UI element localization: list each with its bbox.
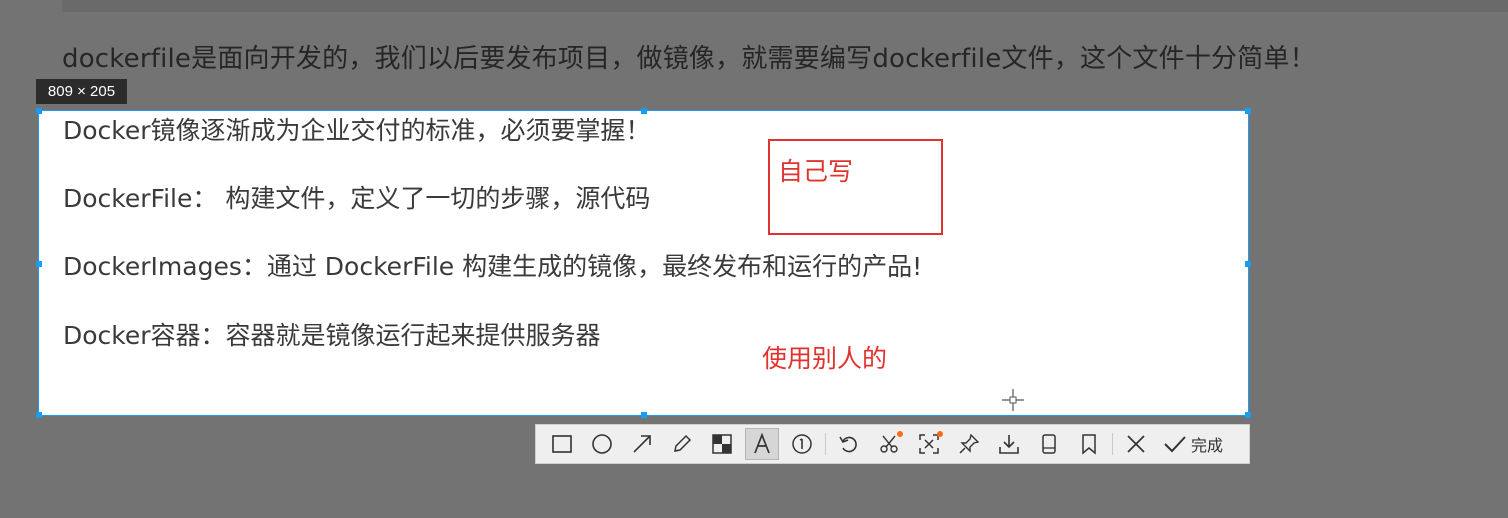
content-line-2: DockerFile： 构建文件，定义了一切的步骤，源代码 xyxy=(63,184,651,213)
content-line-3: DockerImages：通过 DockerFile 构建生成的镜像，最终发布和… xyxy=(63,252,923,281)
new-feature-dot xyxy=(897,431,903,437)
text-icon xyxy=(754,433,770,454)
close-button[interactable] xyxy=(1119,428,1153,460)
phone-button[interactable] xyxy=(1032,428,1066,460)
resize-handle-top-left[interactable] xyxy=(36,108,42,114)
toolbar-separator xyxy=(825,433,826,455)
undo-icon xyxy=(839,436,857,453)
arrow-icon xyxy=(633,435,651,453)
content-line-1: Docker镜像逐渐成为企业交付的标准，必须要掌握！ xyxy=(63,116,651,145)
resize-handle-bottom-center[interactable] xyxy=(641,412,647,418)
content-line-4: Docker容器：容器就是镜像运行起来提供服务器 xyxy=(63,321,601,350)
arrow-tool[interactable] xyxy=(625,428,659,460)
download-icon xyxy=(999,435,1019,454)
download-button[interactable] xyxy=(992,428,1026,460)
resize-handle-middle-left[interactable] xyxy=(36,261,42,267)
rectangle-tool[interactable] xyxy=(545,428,579,460)
text-tool[interactable] xyxy=(745,428,779,460)
selection-size-label: 809 × 205 xyxy=(36,79,127,104)
pencil-tool[interactable] xyxy=(665,428,699,460)
ocr-button[interactable] xyxy=(912,428,946,460)
mosaic-tool[interactable] xyxy=(705,428,739,460)
toolbar-separator xyxy=(1112,433,1113,455)
ellipse-icon xyxy=(592,434,612,454)
resize-handle-bottom-right[interactable] xyxy=(1245,412,1251,418)
cut-button[interactable] xyxy=(872,428,906,460)
annotation-box-text[interactable]: 自己写 xyxy=(778,152,853,188)
checkmark-icon xyxy=(1164,436,1186,453)
ocr-icon xyxy=(919,434,939,454)
annotation-free-text[interactable]: 使用别人的 xyxy=(762,339,887,375)
ellipse-tool[interactable] xyxy=(585,428,619,460)
screenshot-toolbar: 完成 xyxy=(535,424,1250,464)
pin-icon xyxy=(959,433,980,454)
resize-handle-top-right[interactable] xyxy=(1245,108,1251,114)
undo-button[interactable] xyxy=(832,428,866,460)
finish-button[interactable]: 完成 xyxy=(1159,428,1227,460)
close-icon xyxy=(1127,435,1145,453)
background-heading: dockerfile是面向开发的，我们以后要发布项目，做镜像，就需要编写dock… xyxy=(62,44,1316,74)
phone-icon xyxy=(1042,434,1056,454)
bookmark-icon xyxy=(1082,434,1096,455)
pencil-icon xyxy=(674,434,692,452)
pin-button[interactable] xyxy=(952,428,986,460)
number-marker-tool[interactable] xyxy=(785,428,819,460)
mosaic-icon xyxy=(712,434,732,454)
resize-handle-bottom-left[interactable] xyxy=(36,412,42,418)
crosshair-cursor-icon xyxy=(1002,389,1024,411)
resize-handle-middle-right[interactable] xyxy=(1245,261,1251,267)
bookmark-button[interactable] xyxy=(1072,428,1106,460)
capture-selection[interactable]: Docker镜像逐渐成为企业交付的标准，必须要掌握！ DockerFile： 构… xyxy=(36,108,1251,418)
top-bar xyxy=(62,0,1508,12)
finish-label: 完成 xyxy=(1191,436,1224,455)
cut-icon xyxy=(880,435,898,453)
number-marker-icon xyxy=(792,434,812,454)
rectangle-icon xyxy=(552,435,572,453)
new-feature-dot xyxy=(937,431,943,437)
